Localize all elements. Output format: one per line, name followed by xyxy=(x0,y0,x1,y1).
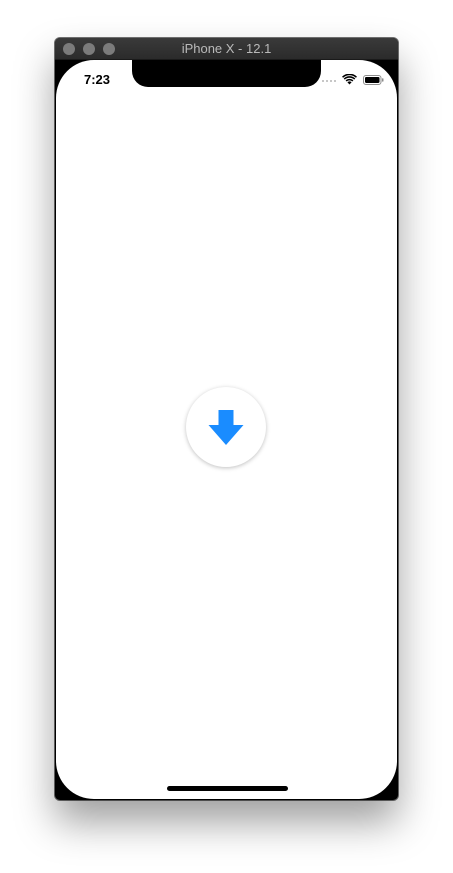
status-time: 7:23 xyxy=(84,72,111,87)
home-indicator[interactable] xyxy=(167,786,288,791)
arrow-down-shape xyxy=(208,410,244,445)
download-button[interactable] xyxy=(186,387,266,467)
wifi-icon xyxy=(342,74,357,85)
simulator-window: iPhone X - 12.1 7:23 xyxy=(55,38,398,800)
signal-dots-icon xyxy=(322,80,338,83)
arrow-down-icon xyxy=(208,410,244,445)
window-title: iPhone X - 12.1 xyxy=(181,41,272,56)
device-screen: 7:23 xyxy=(56,60,397,799)
battery-icon xyxy=(363,75,384,85)
device-notch xyxy=(132,60,321,87)
title-bar[interactable]: iPhone X - 12.1 xyxy=(55,38,398,60)
simulator-desktop: iPhone X - 12.1 7:23 xyxy=(0,0,453,873)
